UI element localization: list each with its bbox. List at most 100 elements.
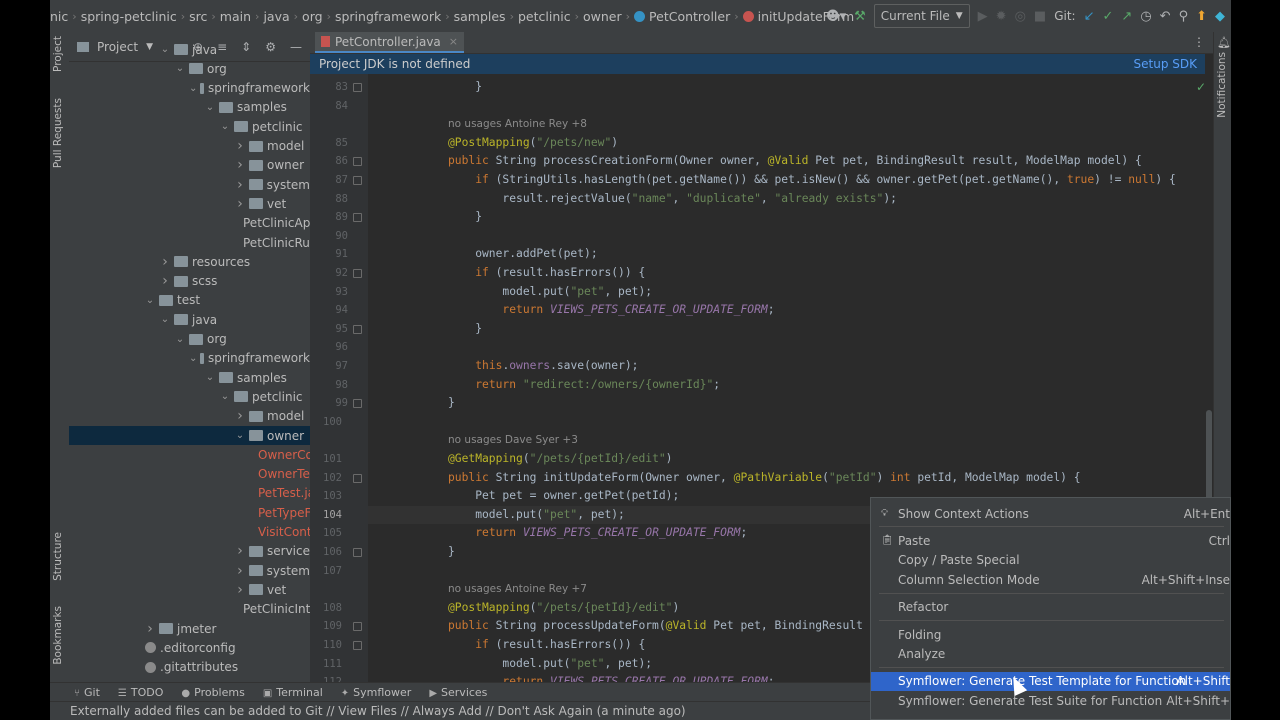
tool-window-services[interactable]: ▶ Services bbox=[429, 686, 487, 699]
chevron-down-icon[interactable]: ⌄ bbox=[189, 83, 197, 94]
status-message[interactable]: Externally added files can be added to G… bbox=[70, 704, 686, 718]
project-tool-tab[interactable]: Project bbox=[52, 36, 64, 72]
tree-item-ownercon[interactable]: OwnerCon bbox=[69, 445, 310, 464]
menu-item-copy-paste-special[interactable]: Copy / Paste Special bbox=[871, 551, 1230, 570]
chevron-right-icon[interactable]: › bbox=[234, 157, 246, 173]
user-icon[interactable]: ☻▾ bbox=[826, 9, 846, 24]
tool-window-todo[interactable]: ☰ TODO bbox=[118, 686, 163, 699]
chevron-right-icon[interactable]: › bbox=[234, 563, 246, 579]
code-vision-hint[interactable]: no usages Antoine Rey +7 bbox=[448, 580, 587, 598]
tree-item-org[interactable]: ⌄ org bbox=[69, 330, 310, 349]
fold-marker-icon[interactable] bbox=[353, 213, 362, 223]
breadcrumb-item[interactable]: samples bbox=[454, 9, 506, 24]
fold-marker-icon[interactable] bbox=[353, 157, 362, 167]
coverage-icon[interactable]: ◎ bbox=[1015, 9, 1026, 24]
chevron-right-icon[interactable]: › bbox=[159, 254, 171, 270]
menu-item-symflower-generate-test-suite-for-function[interactable]: Symflower: Generate Test Suite for Funct… bbox=[871, 691, 1230, 710]
chevron-down-icon[interactable]: ⌄ bbox=[159, 44, 171, 55]
menu-item-symflower-generate-test-template-for-function[interactable]: Symflower: Generate Test Template for Fu… bbox=[871, 671, 1230, 691]
search-icon[interactable]: ⚲ bbox=[1179, 9, 1189, 24]
breadcrumb-item[interactable]: java bbox=[263, 9, 289, 24]
code-vision-hint[interactable]: no usages Antoine Rey +8 bbox=[448, 115, 587, 133]
history-icon[interactable]: ◷ bbox=[1140, 9, 1151, 24]
breadcrumb-item[interactable]: owner bbox=[583, 9, 622, 24]
rollback-icon[interactable]: ↶ bbox=[1160, 9, 1171, 24]
chevron-right-icon[interactable]: › bbox=[234, 196, 246, 212]
tree-item-service[interactable]: › service bbox=[69, 542, 310, 561]
chevron-down-icon[interactable]: ⌄ bbox=[219, 391, 231, 402]
more-options-icon[interactable]: ⋮ bbox=[1193, 35, 1205, 49]
chevron-right-icon[interactable]: › bbox=[234, 408, 246, 424]
menu-item-analyze[interactable]: Analyze bbox=[871, 644, 1230, 663]
breadcrumb-item[interactable]: main bbox=[220, 9, 251, 24]
breadcrumb-item[interactable]: nic bbox=[50, 9, 68, 24]
tool-window-problems[interactable]: ● Problems bbox=[181, 686, 244, 699]
menu-item-show-context-actions[interactable]: 💡︎ Show Context Actions Alt+Ent bbox=[871, 504, 1230, 523]
tree-item-visitcontro[interactable]: VisitContro bbox=[69, 523, 310, 542]
debug-icon[interactable]: ✹ bbox=[996, 9, 1007, 24]
menu-item-paste[interactable]: 📋︎ Paste Ctrl bbox=[871, 531, 1230, 550]
tree-item-model[interactable]: › model bbox=[69, 137, 310, 156]
tool-window-terminal[interactable]: ▣ Terminal bbox=[263, 686, 323, 699]
tree-item-springframework[interactable]: ⌄ springframework bbox=[69, 349, 310, 368]
chevron-right-icon[interactable]: › bbox=[159, 273, 171, 289]
chevron-down-icon[interactable]: ⌄ bbox=[189, 353, 197, 364]
build-hammer-icon[interactable]: ⚒ bbox=[854, 9, 866, 24]
structure-tool-tab[interactable]: Structure bbox=[52, 532, 64, 581]
chevron-right-icon[interactable]: › bbox=[144, 621, 156, 637]
fold-marker-icon[interactable] bbox=[353, 399, 362, 409]
tree-item-jmeter[interactable]: › jmeter bbox=[69, 619, 310, 638]
chevron-down-icon[interactable]: ⌄ bbox=[159, 314, 171, 325]
stop-icon[interactable]: ■ bbox=[1034, 9, 1046, 24]
menu-item-refactor[interactable]: Refactor bbox=[871, 598, 1230, 617]
tree-item-owner[interactable]: ⌄ owner bbox=[69, 426, 310, 445]
chevron-down-icon[interactable]: ⌄ bbox=[144, 295, 156, 306]
fold-marker-icon[interactable] bbox=[353, 548, 362, 557]
breadcrumb-item[interactable]: spring-petclinic bbox=[81, 9, 177, 24]
tree-item-java[interactable]: ⌄ java bbox=[69, 40, 310, 59]
breadcrumb-item[interactable]: springframework bbox=[335, 9, 441, 24]
tool-window-symflower[interactable]: ✦ Symflower bbox=[341, 686, 412, 699]
tree-item-pettypefo[interactable]: PetTypeFo bbox=[69, 503, 310, 522]
tree-item-org[interactable]: ⌄ org bbox=[69, 59, 310, 78]
run-icon[interactable]: ▶ bbox=[978, 9, 988, 24]
tree-item-ownertest[interactable]: OwnerTest bbox=[69, 465, 310, 484]
chevron-down-icon[interactable]: ⌄ bbox=[219, 121, 231, 132]
tool-window-git[interactable]: ⑂ Git bbox=[74, 686, 100, 699]
code-vision-hint[interactable]: no usages Dave Syer +3 bbox=[448, 431, 578, 449]
jetbrains-logo-icon[interactable]: ◆ bbox=[1215, 9, 1225, 24]
tree-item-java[interactable]: ⌄ java bbox=[69, 310, 310, 329]
tree-item-petclinic[interactable]: ⌄ petclinic bbox=[69, 117, 310, 136]
tab-petcontroller[interactable]: PetController.java × bbox=[315, 32, 464, 53]
tree-item-resources[interactable]: › resources bbox=[69, 252, 310, 271]
tree-item-system[interactable]: › system bbox=[69, 561, 310, 580]
bookmarks-tool-tab[interactable]: Bookmarks bbox=[52, 606, 64, 665]
chevron-down-icon[interactable]: ⌄ bbox=[204, 372, 216, 383]
git-push-icon[interactable]: ↗ bbox=[1121, 9, 1132, 24]
tree-item-petclinicappli[interactable]: PetClinicAppli bbox=[69, 214, 310, 233]
breadcrumb-item[interactable]: petclinic bbox=[518, 9, 571, 24]
chevron-right-icon[interactable]: › bbox=[234, 177, 246, 193]
breadcrumb-item[interactable]: org bbox=[302, 9, 323, 24]
setup-sdk-link[interactable]: Setup SDK bbox=[1134, 57, 1197, 71]
tree-item-pettest-jav[interactable]: PetTest.jav bbox=[69, 484, 310, 503]
chevron-right-icon[interactable]: › bbox=[234, 543, 246, 559]
chevron-down-icon[interactable]: ⌄ bbox=[174, 334, 186, 345]
tree-item-system[interactable]: › system bbox=[69, 175, 310, 194]
tree-item-owner[interactable]: › owner bbox=[69, 156, 310, 175]
updates-icon[interactable]: ⬆ bbox=[1196, 9, 1207, 24]
breadcrumb-item[interactable]: src bbox=[189, 9, 207, 24]
fold-marker-icon[interactable] bbox=[353, 83, 362, 92]
fold-marker-icon[interactable] bbox=[353, 176, 362, 185]
tree-item-vet[interactable]: › vet bbox=[69, 194, 310, 213]
breadcrumb[interactable]: nic › spring-petclinic › src › main › java › org › s… bbox=[50, 0, 854, 32]
git-commit-icon[interactable]: ✓ bbox=[1103, 9, 1114, 24]
fold-marker-icon[interactable] bbox=[353, 473, 362, 483]
bell-icon[interactable]: 🔔︎ bbox=[1217, 36, 1231, 49]
tree-item-petclinic[interactable]: ⌄ petclinic bbox=[69, 387, 310, 406]
chevron-down-icon[interactable]: ⌄ bbox=[234, 430, 246, 441]
tree-item-petclinicinteg[interactable]: PetClinicInteg bbox=[69, 600, 310, 619]
tree-item-springframework[interactable]: ⌄ springframework bbox=[69, 79, 310, 98]
fold-marker-icon[interactable] bbox=[353, 641, 362, 650]
tree-item--gitattributes[interactable]: .gitattributes bbox=[69, 658, 310, 677]
